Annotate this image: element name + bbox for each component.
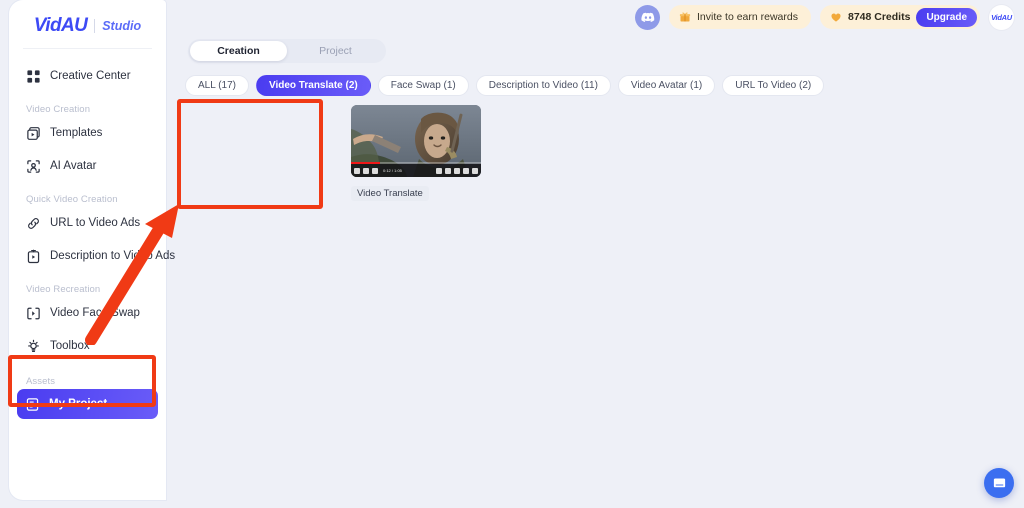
progress-bar[interactable] <box>351 162 481 164</box>
link-icon <box>28 217 39 229</box>
app-root: VidAU Studio Creative Center Video Creat… <box>0 0 1024 508</box>
brand-logo[interactable]: VidAU Studio <box>9 0 166 46</box>
support-chat-button[interactable] <box>984 468 1014 498</box>
brand-suffix: Studio <box>102 19 142 33</box>
brand-divider <box>94 19 96 33</box>
sidebar-item-video-face-swap[interactable]: Video Face Swap <box>18 298 157 328</box>
next-icon[interactable] <box>363 167 369 174</box>
tab-project[interactable]: Project <box>287 41 384 61</box>
sidebar-item-creative-center[interactable]: Creative Center <box>18 61 157 91</box>
play-icon[interactable] <box>354 167 360 174</box>
avatar-scan-icon <box>27 159 40 173</box>
main-content: Creation Project ALL (17) Video Translat… <box>166 0 1024 508</box>
view-tabs: Creation Project <box>188 39 386 63</box>
sidebar: VidAU Studio Creative Center Video Creat… <box>9 0 175 500</box>
project-card[interactable]: 0:12 / 1:05 Video Translate <box>351 105 481 201</box>
sidebar-section-quick-video-creation: Quick Video Creation <box>26 194 118 205</box>
face-swap-icon <box>27 307 40 319</box>
captions-icon[interactable] <box>436 167 442 174</box>
sidebar-item-url-to-video-ads[interactable]: URL to Video Ads <box>18 208 157 238</box>
filter-pills: ALL (17) Video Translate (2) Face Swap (… <box>185 75 825 96</box>
filter-description-to-video[interactable]: Description to Video (11) <box>475 75 611 96</box>
sidebar-section-assets: Assets <box>26 376 56 387</box>
sidebar-item-label: Toolbox <box>50 340 90 352</box>
document-video-icon <box>27 249 40 263</box>
volume-icon[interactable] <box>372 167 378 174</box>
sidebar-item-label: My Project <box>49 398 108 410</box>
tab-creation[interactable]: Creation <box>190 41 287 61</box>
fullscreen-icon[interactable] <box>472 167 478 174</box>
templates-icon <box>27 126 40 140</box>
sidebar-item-description-to-video-ads[interactable]: Description to Video Ads <box>18 241 175 271</box>
filter-face-swap[interactable]: Face Swap (1) <box>377 75 469 96</box>
chat-bubble-icon <box>993 477 1005 487</box>
sidebar-item-my-project[interactable]: My Project <box>17 389 158 419</box>
sidebar-item-toolbox[interactable]: Toolbox <box>18 331 157 361</box>
video-duration: 0:12 / 1:05 <box>383 168 402 173</box>
sidebar-item-label: Creative Center <box>50 70 131 82</box>
sidebar-item-label: Video Face Swap <box>50 307 140 319</box>
grid-icon <box>27 69 40 83</box>
sidebar-item-ai-avatar[interactable]: AI Avatar <box>18 151 157 181</box>
sidebar-item-label: Description to Video Ads <box>50 250 176 262</box>
brand-name: VidAU <box>33 15 88 36</box>
card-type-label: Video Translate <box>351 186 429 201</box>
filter-video-translate[interactable]: Video Translate (2) <box>255 75 371 96</box>
filter-all[interactable]: ALL (17) <box>185 75 249 96</box>
project-icon <box>26 397 39 411</box>
filter-video-avatar[interactable]: Video Avatar (1) <box>617 75 716 96</box>
sidebar-section-video-creation: Video Creation <box>26 104 91 115</box>
sidebar-item-label: URL to Video Ads <box>50 217 141 229</box>
sidebar-section-video-recreation: Video Recreation <box>26 284 101 295</box>
miniplayer-icon[interactable] <box>454 167 460 174</box>
filter-url-to-video[interactable]: URL To Video (2) <box>722 75 825 96</box>
sidebar-item-label: AI Avatar <box>50 160 97 172</box>
video-controls[interactable]: 0:12 / 1:05 <box>351 162 481 177</box>
bulb-icon <box>28 339 39 352</box>
project-grid: 0:12 / 1:05 Video Translate <box>351 105 481 201</box>
theater-icon[interactable] <box>463 167 469 174</box>
sidebar-divider <box>23 48 152 49</box>
sidebar-item-label: Templates <box>50 127 103 139</box>
settings-icon[interactable] <box>445 167 451 174</box>
video-thumbnail[interactable]: 0:12 / 1:05 <box>351 105 481 177</box>
sidebar-item-templates[interactable]: Templates <box>18 118 157 148</box>
